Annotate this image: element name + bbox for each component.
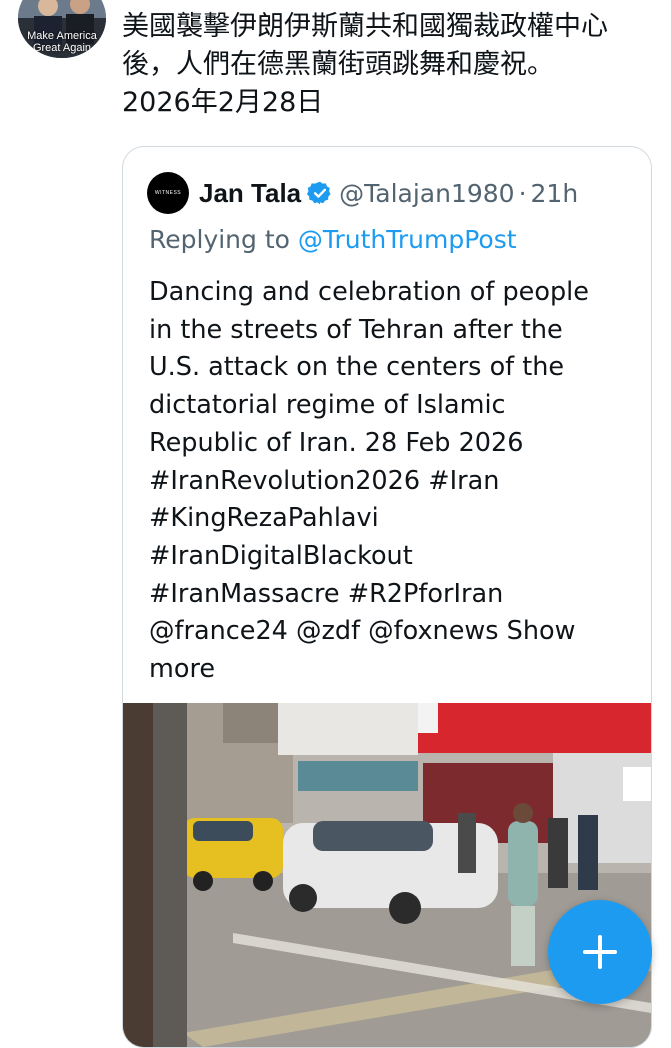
- body-line: @france24 @zdf @foxnews Show: [149, 616, 576, 647]
- quoted-avatar-text: WITNESS: [154, 190, 182, 196]
- body-line: #IranDigitalBlackout: [149, 540, 413, 571]
- body-line: dictatorial regime of Islamic: [149, 390, 506, 421]
- quoted-post-time[interactable]: 21h: [531, 179, 579, 208]
- verified-badge-icon: [307, 181, 331, 205]
- body-line: U.S. attack on the centers of the: [149, 352, 565, 383]
- avatar-caption-line1: Make America: [27, 30, 97, 42]
- compose-button[interactable]: [548, 900, 652, 1004]
- body-line: #IranRevolution2026 #Iran: [149, 465, 500, 496]
- plus-icon: [583, 935, 617, 969]
- body-line: Dancing and celebration of people: [149, 277, 589, 307]
- author-avatar[interactable]: Make America Great Again: [18, 0, 106, 58]
- replying-to-line: Replying to @TruthTrumpPost: [149, 225, 517, 254]
- separator-dot: ·: [518, 178, 527, 208]
- post-text-line: 2026年2月28日: [122, 87, 324, 118]
- quoted-author-handle[interactable]: @Talajan1980: [339, 179, 514, 208]
- quoted-post-body: Dancing and celebration of people in the…: [149, 274, 639, 689]
- quoted-author-name[interactable]: Jan Tala: [199, 178, 301, 209]
- body-line: Republic of Iran. 28 Feb 2026: [149, 427, 524, 458]
- quoted-author-avatar[interactable]: WITNESS: [147, 172, 189, 214]
- body-line: more: [149, 654, 216, 685]
- replying-prefix: Replying to: [149, 225, 290, 254]
- post-text-line: 後，人們在德黑蘭街頭跳舞和慶祝。: [122, 49, 554, 80]
- avatar-caption-line2: Great Again: [32, 42, 92, 54]
- replying-to-mention[interactable]: @TruthTrumpPost: [298, 225, 517, 254]
- quoted-post-header: WITNESS Jan Tala @Talajan1980 · 21h: [147, 171, 578, 215]
- post-text-line: 美國襲擊伊朗伊斯蘭共和國獨裁政權中心: [122, 11, 608, 42]
- body-line: #IranMassacre #R2PforIran: [149, 578, 504, 609]
- body-line: in the streets of Tehran after the: [149, 314, 563, 345]
- body-line: #KingRezaPahlavi: [149, 503, 379, 534]
- post-text: 美國襲擊伊朗伊斯蘭共和國獨裁政權中心 後，人們在德黑蘭街頭跳舞和慶祝。 2026…: [122, 8, 662, 122]
